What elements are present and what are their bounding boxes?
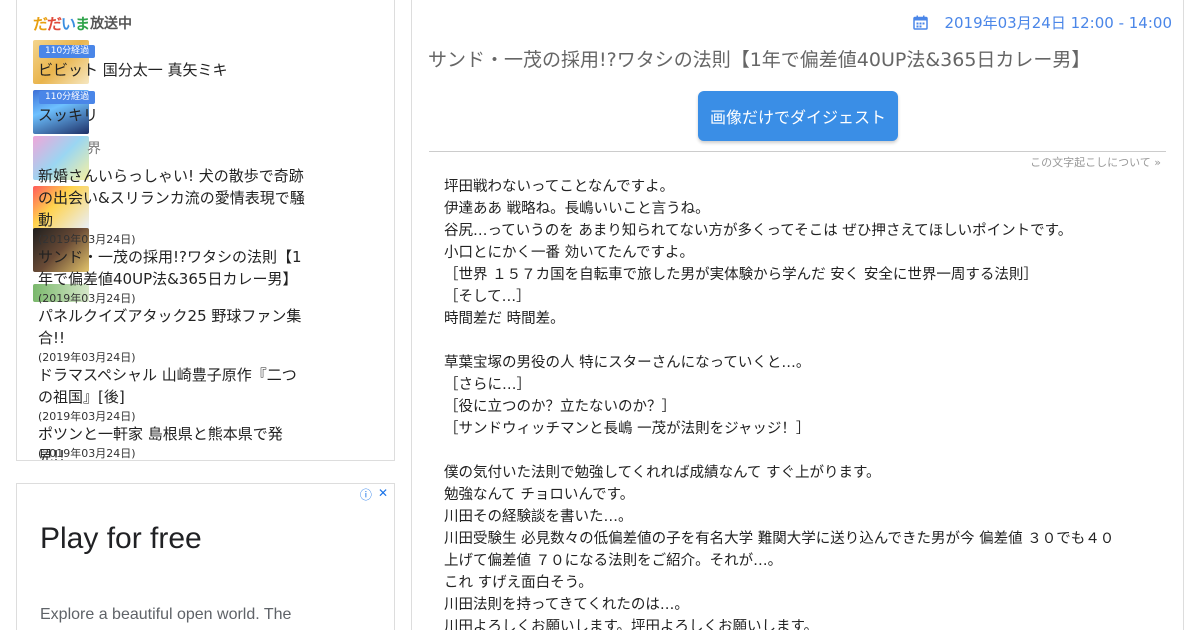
list-item-partial-label: 界 [87,141,101,157]
transcript-line: 勉強なんて チョロいんです。 [444,487,635,503]
ad-text[interactable]: Explore a beautiful open world. The [40,602,370,628]
list-item-date: (2019年03月24日) [38,351,136,364]
close-icon[interactable]: ✕ [378,486,388,503]
adchoices-info-icon[interactable]: ⓘ [360,486,372,503]
datetime-text: 2019年03月24日 12:00 - 14:00 [944,14,1172,32]
list-item-date: (2019年03月24日) [38,292,136,305]
broadcast-datetime: 2019年03月24日 12:00 - 14:00 [913,12,1172,33]
panel-header: だだいま 放送中 [33,12,132,34]
now-airing-panel: だだいま 放送中 110分経過 110分経過 ビビット 国分太一 真矢ミキ スッ… [16,0,395,461]
list-item-date: (2019年03月24日) [38,447,136,460]
transcript-line [444,330,1174,352]
ad-title[interactable]: Play for free [40,522,202,556]
list-item-title[interactable]: パネルクイズアタック25 野球ファン集合!! [38,305,308,349]
program-title: サンド・一茂の採用!?ワタシの法則【1年で偏差値40UP法&365日カレー男】 [428,49,1091,71]
transcript-line: ［サンドウィッチマンと長嶋 一茂が法則をジャッジ！］ [444,421,811,437]
transcript-line: 川田法則を持ってきてくれたのは…。 [444,597,689,613]
transcript: 坪田戦わないってことなんですよ。 伊達ああ 戦略ね。長嶋いいこと言うね。 谷尻…… [444,176,1174,630]
transcript-line: 谷尻…っていうのを あまり知られてない方が多くってそこは ぜひ押さえてほしいポイ… [444,223,1073,239]
about-transcript-link[interactable]: この文字起こしについて » [1030,154,1161,170]
transcript-line: 小口とにかく一番 効いてたんですよ。 [444,245,694,261]
transcript-line: 草葉宝塚の男役の人 特にスターさんになっていくと…。 [444,355,811,371]
elapsed-badge: 110分経過 [39,91,96,104]
list-item-title[interactable]: ビビット 国分太一 真矢ミキ [38,59,308,81]
site-logo[interactable]: だだいま [33,13,90,34]
transcript-line: ［世界 １５７カ国を自転車で旅した男が実体験から学んだ 安く 安全に世界一周する… [444,267,1038,283]
transcript-line: 伊達ああ 戦略ね。長嶋いいこと言うね。 [444,201,710,217]
list-item-date: (2019年03月24日) [38,233,136,246]
list-item-date: (2019年03月24日) [38,410,136,423]
transcript-line: 川田その経験談を書いた…。 [444,509,633,525]
list-item-title[interactable]: 新婚さんいらっしゃい! 犬の散歩で奇跡の出会い&スリランカ流の愛情表現で騒動 [38,165,308,231]
advertisement[interactable]: ⓘ ✕ Play for free Explore a beautiful op… [16,483,395,630]
program-detail-panel: 2019年03月24日 12:00 - 14:00 サンド・一茂の採用!?ワタシ… [411,0,1184,630]
transcript-line: ［さらに…］ [444,377,531,393]
transcript-line: 川田よろしくお願いします。坪田よろしくお願いします。 [444,619,819,630]
transcript-line: 僕の気付いた法則で勉強してくれれば成績なんて すぐ上がります。 [444,465,881,481]
transcript-line: 坪田戦わないってことなんですよ。 [444,179,675,195]
transcript-line: これ すげえ面白そう。 [444,575,593,591]
calendar-icon [913,15,929,30]
transcript-line: 川田受験生 必見数々の低偏差値の子を有名大学 難関大学に送り込んできた男が今 偏… [444,531,1115,547]
list-item-title[interactable]: スッキリ [38,104,308,126]
transcript-line: 時間差だ 時間差。 [444,311,565,327]
header-suffix: 放送中 [90,16,133,32]
transcript-line: 上げて偏差値 ７０になる法則をご紹介。それが…。 [444,553,783,569]
list-item-title[interactable]: ドラマスペシャル 山崎豊子原作『二つの祖国』[後] [38,364,308,408]
elapsed-badge: 110分経過 [39,45,96,58]
ad-controls: ⓘ ✕ [360,486,388,503]
transcript-line: ［そして…］ [444,289,531,305]
list-item-title[interactable]: サンド・一茂の採用!?ワタシの法則【1年で偏差値40UP法&365日カレー男】 [38,246,308,290]
transcript-line: ［役に立つのか？立たないのか？］ [444,399,676,415]
image-digest-button[interactable]: 画像だけでダイジェスト [698,91,898,141]
divider [429,151,1166,152]
transcript-line [444,440,1174,462]
